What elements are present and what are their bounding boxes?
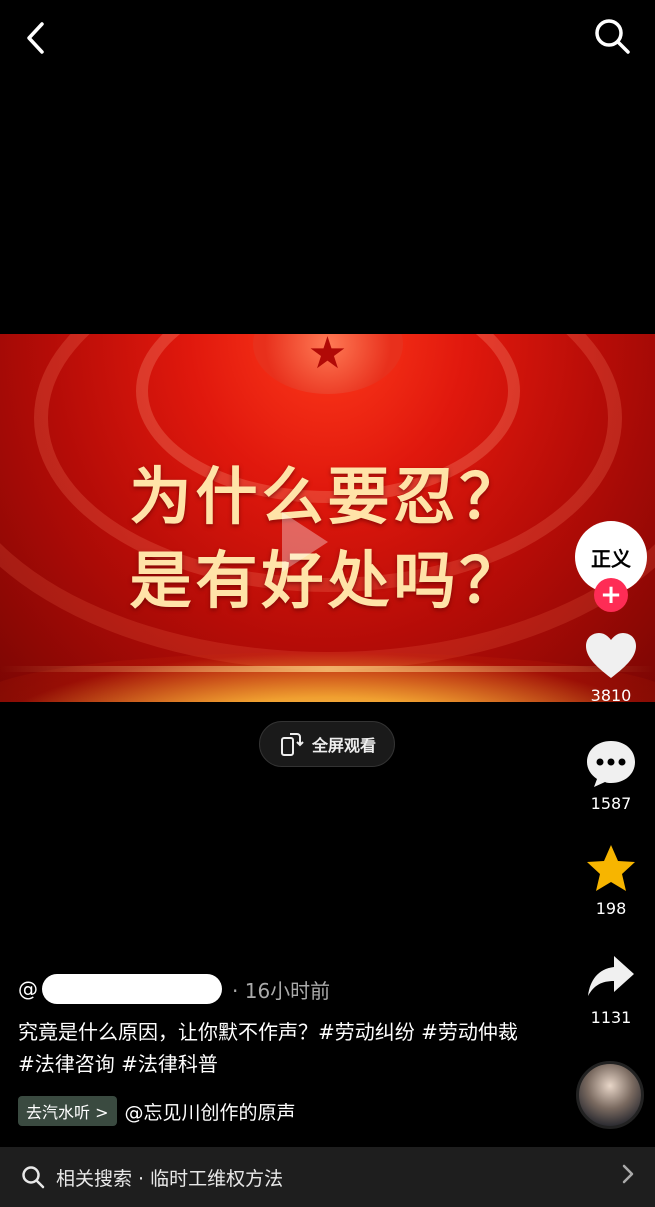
- follow-button[interactable]: +: [594, 578, 628, 612]
- rotate-screen-icon: [280, 733, 304, 756]
- music-disc-avatar[interactable]: [576, 1061, 644, 1129]
- chevron-left-icon: [27, 22, 44, 54]
- star-icon: ★: [307, 334, 348, 379]
- post-time: · 16小时前: [232, 978, 331, 1003]
- like-count: 3810: [590, 686, 632, 705]
- comment-icon: [587, 741, 635, 787]
- star-icon: [587, 845, 635, 891]
- play-icon[interactable]: [282, 512, 328, 572]
- back-button[interactable]: [18, 18, 58, 58]
- favorite-count: 198: [595, 899, 627, 918]
- video-player[interactable]: ★ 为什么要忍？ 是有好处吗？: [0, 334, 655, 702]
- heart-icon: [586, 633, 636, 678]
- comment-button[interactable]: 1587: [575, 738, 647, 813]
- comment-count: 1587: [590, 794, 632, 813]
- at-symbol: @: [18, 977, 38, 1001]
- search-button[interactable]: [590, 14, 634, 58]
- fullscreen-label: 全屏观看: [311, 736, 376, 755]
- chevron-right-icon: [622, 1164, 634, 1184]
- sound-name[interactable]: @忘见川创作的原声: [125, 1098, 296, 1125]
- search-icon: [22, 1166, 45, 1189]
- plus-icon: +: [600, 580, 622, 610]
- post-description: 究竟是什么原因，让你默不作声？#劳动纠纷 #劳动仲裁 #法律咨询 #法律科普: [18, 1020, 518, 1076]
- share-arrow-icon: [588, 956, 634, 996]
- music-row: 去汽水听 > @忘见川创作的原声: [18, 1096, 296, 1126]
- author-row: @ · 16小时前: [18, 974, 330, 1004]
- author-name-redacted[interactable]: [42, 974, 222, 1004]
- related-search-text: 相关搜索 · 临时工维权方法: [56, 1167, 284, 1190]
- avatar-text: 正义: [591, 546, 631, 571]
- related-search-bar[interactable]: 相关搜索 · 临时工维权方法: [0, 1147, 655, 1207]
- share-button[interactable]: 1131: [575, 952, 647, 1027]
- share-count: 1131: [590, 1008, 632, 1027]
- search-icon: [595, 19, 630, 54]
- listen-in-app-button[interactable]: 去汽水听 >: [18, 1096, 117, 1126]
- fullscreen-button[interactable]: 全屏观看: [259, 721, 395, 767]
- like-button[interactable]: 3810: [575, 632, 647, 705]
- favorite-button[interactable]: 198: [575, 843, 647, 918]
